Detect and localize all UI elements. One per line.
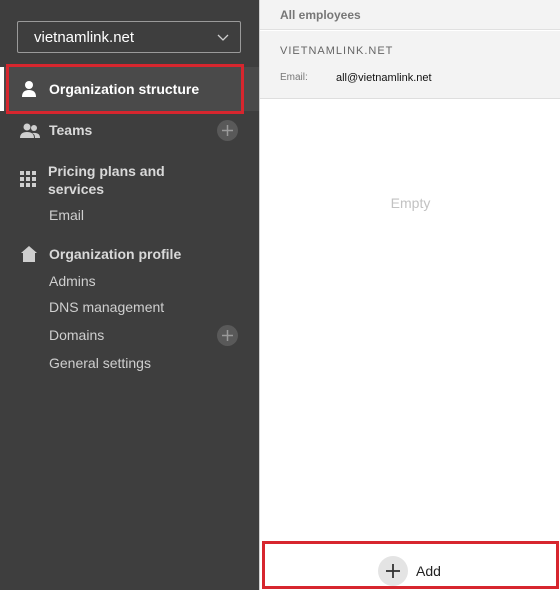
nav-teams-label: Teams bbox=[49, 122, 93, 138]
organization-selector[interactable]: vietnamlink.net bbox=[17, 21, 241, 53]
organization-selector-value: vietnamlink.net bbox=[34, 28, 135, 46]
add-domain-button[interactable] bbox=[217, 325, 238, 346]
employee-group-card[interactable]: VIETNAMLINK.NET Email: all@vietnamlink.n… bbox=[260, 31, 560, 99]
email-value: all@vietnamlink.net bbox=[336, 72, 432, 84]
sidebar-item-domains[interactable]: Domains bbox=[49, 327, 104, 343]
panel-title: All employees bbox=[280, 8, 361, 22]
add-footer: Add bbox=[260, 540, 560, 590]
panel-header: All employees bbox=[260, 0, 560, 30]
add-team-button[interactable] bbox=[217, 120, 238, 141]
sidebar-item-general-settings[interactable]: General settings bbox=[49, 355, 151, 371]
person-icon bbox=[22, 81, 36, 97]
add-button-label: Add bbox=[416, 563, 441, 579]
nav-organization-structure[interactable]: Organization structure bbox=[0, 67, 259, 111]
plus-icon bbox=[222, 125, 233, 136]
plus-icon bbox=[222, 330, 233, 341]
group-name: VIETNAMLINK.NET bbox=[280, 45, 394, 57]
sidebar-item-admins[interactable]: Admins bbox=[49, 273, 96, 289]
empty-state-text: Empty bbox=[390, 195, 431, 211]
add-circle bbox=[378, 556, 408, 586]
plus-icon bbox=[386, 564, 400, 578]
sidebar-item-email[interactable]: Email bbox=[49, 207, 84, 223]
team-icon bbox=[20, 123, 40, 138]
sidebar: vietnamlink.net Organization structure T… bbox=[0, 0, 259, 590]
nav-pricing-plans-label: Pricing plans and services bbox=[48, 163, 165, 197]
nav-organization-profile[interactable]: Organization profile bbox=[0, 241, 259, 267]
sidebar-item-dns-management[interactable]: DNS management bbox=[49, 299, 164, 315]
nav-pricing-plans[interactable]: Pricing plans and services bbox=[0, 160, 259, 200]
nav-organization-profile-label: Organization profile bbox=[49, 246, 182, 262]
grid-icon bbox=[20, 171, 36, 187]
add-button[interactable]: Add bbox=[378, 556, 441, 586]
chevron-down-icon bbox=[217, 34, 229, 41]
home-icon bbox=[21, 246, 37, 262]
main-panel: All employees VIETNAMLINK.NET Email: all… bbox=[259, 0, 560, 590]
email-label: Email: bbox=[280, 72, 308, 83]
active-indicator bbox=[0, 67, 4, 111]
nav-organization-structure-label: Organization structure bbox=[49, 81, 200, 97]
